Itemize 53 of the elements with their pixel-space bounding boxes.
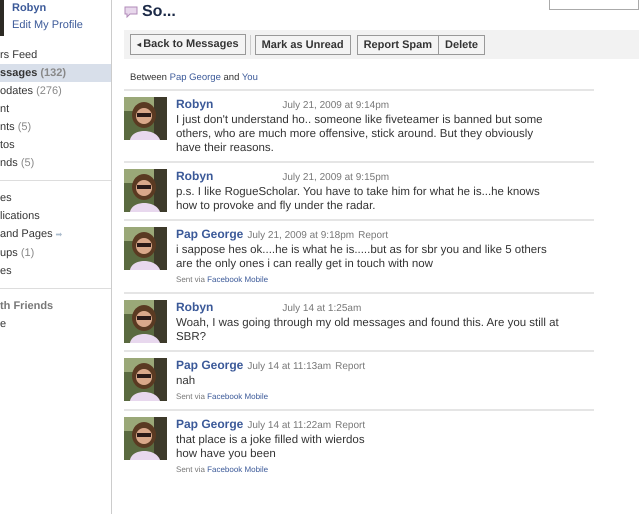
sidebar-item[interactable]: odates (276) [0,82,111,100]
sidebar-item[interactable]: es [0,262,111,280]
action-button[interactable]: Report Spam [356,34,440,54]
timestamp: July 14 at 11:22am [247,419,332,434]
timestamp: July 21, 2009 at 9:14pm [282,99,390,114]
author-link[interactable]: Robyn [176,169,214,184]
sent-via-text: Sent via Facebook Mobile [176,391,270,404]
report-link[interactable]: Report [335,360,366,374]
sidebar-item[interactable]: nds (5) [0,154,111,172]
sidebar-item[interactable]: lications [0,207,111,225]
action-button[interactable]: Mark as Unread [254,34,351,54]
sent-via-text: Sent via Facebook Mobile [176,274,270,286]
author-link[interactable]: Robyn [176,97,214,112]
message-text: i sappose hes ok....he is what he is.....but as for sbr you and like 5 others are the only ones i can really get in touch with now [176,243,548,272]
message-text: that place is a joke filled with wierdos how have you been [176,433,366,462]
participants-text: Between Pap George and You [129,71,259,85]
message-text: nah [176,374,196,388]
report-link[interactable]: Report [358,229,388,244]
report-link[interactable]: Report [335,419,366,434]
author-link[interactable]: Pap George [176,417,244,432]
sent-via-text: Sent via Facebook Mobile [176,464,270,476]
author-link[interactable]: Robyn [176,300,214,314]
facebook-mobile-link[interactable]: Facebook Mobile [207,275,268,284]
timestamp: July 21, 2009 at 9:15pm [282,171,390,186]
timestamp: July 14 at 11:13am [247,360,332,374]
sidebar-item[interactable]: ups (1) [0,244,111,262]
edit-profile-link[interactable]: Edit My Profile [12,16,83,33]
sidebar-item[interactable]: nts (5) [0,118,111,136]
timestamp: July 21, 2009 at 9:18pm [247,229,354,244]
timestamp: July 14 at 1:25am [282,302,362,316]
sidebar-item[interactable]: rs Feed [0,46,111,64]
sidebar-item[interactable]: tos [0,136,111,154]
profile-name[interactable]: Robyn [12,0,83,16]
facebook-mobile-link[interactable]: Facebook Mobile [207,392,268,402]
thread-title: So... [142,2,176,22]
message-text: I just don't understand ho.. someone like fiveteamer is banned but some others, who are much more offensive, stick around. But they obviously have their reasons. [176,113,544,156]
author-link[interactable]: Pap George [176,358,244,372]
sidebar-item[interactable]: nt [0,100,111,118]
search-field[interactable] [549,0,639,10]
person-link[interactable]: Pap George [170,72,221,83]
action-button[interactable]: Delete [439,34,486,54]
facebook-mobile-link[interactable]: Facebook Mobile [207,465,268,474]
sidebar-item[interactable]: e [0,315,111,333]
sidebar-item[interactable]: ssages (132) [0,64,111,82]
message-text: p.s. I like RogueScholar. You have to take him for what he is...he knows how to provoke and fly under the radar. [176,185,541,214]
sidebar-item[interactable]: es [0,189,111,207]
message-text: Woah, I was going through my old messages and found this. Are you still at SBR? [176,316,560,344]
back-button[interactable]: ◂ Back to Messages [130,34,246,55]
section-heading: th Friends [0,299,54,314]
author-link[interactable]: Pap George [176,227,244,242]
you-link[interactable]: You [242,72,258,83]
sidebar-item[interactable]: and Pages ➡ [0,225,111,244]
speech-bubble-icon [124,6,138,18]
